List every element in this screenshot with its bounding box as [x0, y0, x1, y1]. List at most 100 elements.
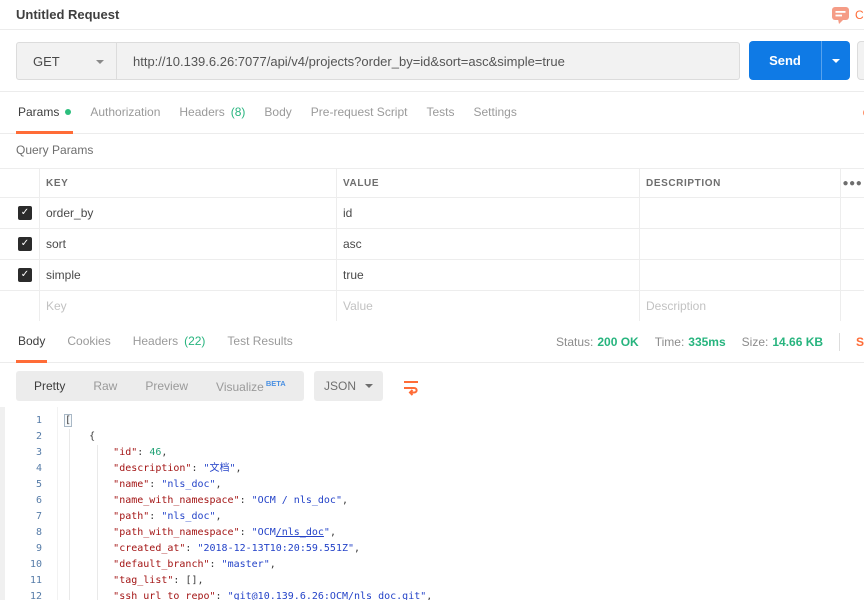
line-number: 5	[0, 477, 42, 493]
view-mode-segmented: PrettyRawPreviewVisualizeBETA	[16, 371, 304, 401]
code-line-content: "path": "nls_doc",	[65, 509, 222, 525]
send-options-button[interactable]	[821, 41, 850, 80]
code-token: "master"	[222, 559, 270, 570]
code-token: ,	[216, 511, 222, 522]
tab-label: Headers	[133, 334, 178, 348]
code-token: {	[89, 431, 95, 442]
row-checkbox[interactable]: ✓	[18, 237, 32, 251]
url-input[interactable]	[117, 43, 739, 79]
param-key-input[interactable]: Key	[40, 291, 337, 321]
checkbox-cell	[0, 291, 40, 321]
divider	[839, 333, 840, 351]
code-token: ,	[342, 495, 348, 506]
view-tab-pretty[interactable]: Pretty	[20, 379, 79, 393]
code-token: ,	[426, 591, 432, 600]
tab-headers[interactable]: Headers (22)	[131, 321, 208, 363]
param-value-cell[interactable]: true	[337, 260, 640, 290]
row-actions-cell	[841, 291, 864, 321]
col-header-key: KEY	[40, 169, 337, 197]
row-checkbox[interactable]: ✓	[18, 268, 32, 282]
view-tab-visualize[interactable]: VisualizeBETA	[202, 379, 300, 394]
code-line: 1[	[0, 413, 864, 429]
comment-icon[interactable]	[831, 6, 850, 25]
wrap-text-button[interactable]	[396, 373, 426, 399]
tab-body[interactable]: Body	[16, 321, 47, 363]
code-token: :	[216, 591, 228, 600]
param-row: ✓ simpletrue	[0, 260, 864, 291]
param-value-input[interactable]: Value	[337, 291, 640, 321]
code-line: 3 "id": 46,	[0, 445, 864, 461]
more-options-icon[interactable]: ●●●	[841, 169, 864, 197]
tab-count-badge: (22)	[184, 334, 205, 348]
response-meta: Status:200 OKTime:335msSize:14.66 KB Sav…	[556, 321, 864, 363]
tab-authorization[interactable]: Authorization	[88, 92, 162, 134]
param-description-input[interactable]: Description	[640, 291, 841, 321]
format-select[interactable]: JSON	[314, 371, 383, 401]
param-key-cell[interactable]: order_by	[40, 198, 337, 228]
tab-label: Headers	[179, 105, 224, 119]
code-lines: 1[2 {3 "id": 46,4 "description": "文档",5 …	[0, 413, 864, 600]
request-tabs-bar: Params Authorization Headers(8) Body Pre-req…	[0, 92, 864, 134]
method-select[interactable]: GET	[17, 43, 117, 79]
code-line-content: "ssh_url_to_repo": "git@10.139.6.26:OCM/…	[65, 589, 432, 600]
cookies-link-wrap: Co	[855, 92, 864, 134]
code-token: "path"	[113, 511, 149, 522]
code-token: :	[240, 495, 252, 506]
line-number: 12	[0, 589, 42, 600]
chevron-down-icon	[96, 60, 104, 64]
param-description-cell[interactable]	[640, 229, 841, 259]
code-line-content: {	[65, 429, 95, 445]
param-key-cell[interactable]: simple	[40, 260, 337, 290]
code-token: "tag_list"	[113, 575, 173, 586]
tab-headers[interactable]: Headers(8)	[177, 92, 247, 134]
checkbox-cell: ✓	[0, 260, 40, 290]
code-line: 8 "path_with_namespace": "OCM/nls_doc",	[0, 525, 864, 541]
code-token: "git@10.139.6.26:OCM/nls_doc.git"	[228, 591, 427, 600]
code-line-content: [	[65, 413, 71, 429]
meta-value: 14.66 KB	[772, 335, 823, 349]
code-line-content: "created_at": "2018-12-13T10:20:59.551Z"…	[65, 541, 360, 557]
format-label: JSON	[324, 379, 356, 393]
code-line: 2 {	[0, 429, 864, 445]
unsaved-dot-icon	[65, 109, 71, 115]
code-token: ,	[161, 447, 167, 458]
postman-request-window: Untitled Request Co GET Send Params Autho…	[0, 0, 864, 600]
query-params-panel: Query Params KEY VALUE DESCRIPTION ●●● ✓…	[0, 134, 864, 321]
request-bar: GET Send	[0, 30, 864, 92]
view-tab-raw[interactable]: Raw	[79, 379, 131, 393]
code-line: 12 "ssh_url_to_repo": "git@10.139.6.26:O…	[0, 589, 864, 600]
tab-body[interactable]: Body	[262, 92, 293, 134]
save-button-clipped[interactable]	[857, 41, 864, 80]
param-description-cell[interactable]	[640, 260, 841, 290]
line-number: 10	[0, 557, 42, 573]
send-button[interactable]: Send	[749, 41, 821, 80]
tab-label: Params	[18, 105, 59, 119]
code-token: ,	[354, 543, 360, 554]
code-token: ,	[216, 479, 222, 490]
tab-cookies[interactable]: Cookies	[65, 321, 112, 363]
code-line-content: "tag_list": [],	[65, 573, 204, 589]
wrap-text-icon	[401, 376, 421, 396]
tab-label: Body	[264, 105, 291, 119]
code-line-content: "default_branch": "master",	[65, 557, 276, 573]
param-key-cell[interactable]: sort	[40, 229, 337, 259]
row-checkbox[interactable]: ✓	[18, 206, 32, 220]
code-token: "文档"	[204, 463, 236, 474]
request-title: Untitled Request	[16, 0, 119, 30]
param-description-cell[interactable]	[640, 198, 841, 228]
tab-tests[interactable]: Tests	[424, 92, 456, 134]
save-response-link[interactable]: Save R	[856, 335, 864, 349]
comments-link[interactable]: Co	[855, 0, 864, 30]
param-value-cell[interactable]: asc	[337, 229, 640, 259]
tab-test-results[interactable]: Test Results	[225, 321, 294, 363]
tab-label: Test Results	[227, 334, 292, 348]
tab-settings[interactable]: Settings	[472, 92, 519, 134]
view-tab-preview[interactable]: Preview	[131, 379, 202, 393]
param-value-cell[interactable]: id	[337, 198, 640, 228]
tab-pre-request-script[interactable]: Pre-request Script	[309, 92, 410, 134]
line-number: 9	[0, 541, 42, 557]
tab-params[interactable]: Params	[16, 92, 73, 134]
code-line: 7 "path": "nls_doc",	[0, 509, 864, 525]
row-actions-cell	[841, 260, 864, 290]
checkbox-cell: ✓	[0, 229, 40, 259]
